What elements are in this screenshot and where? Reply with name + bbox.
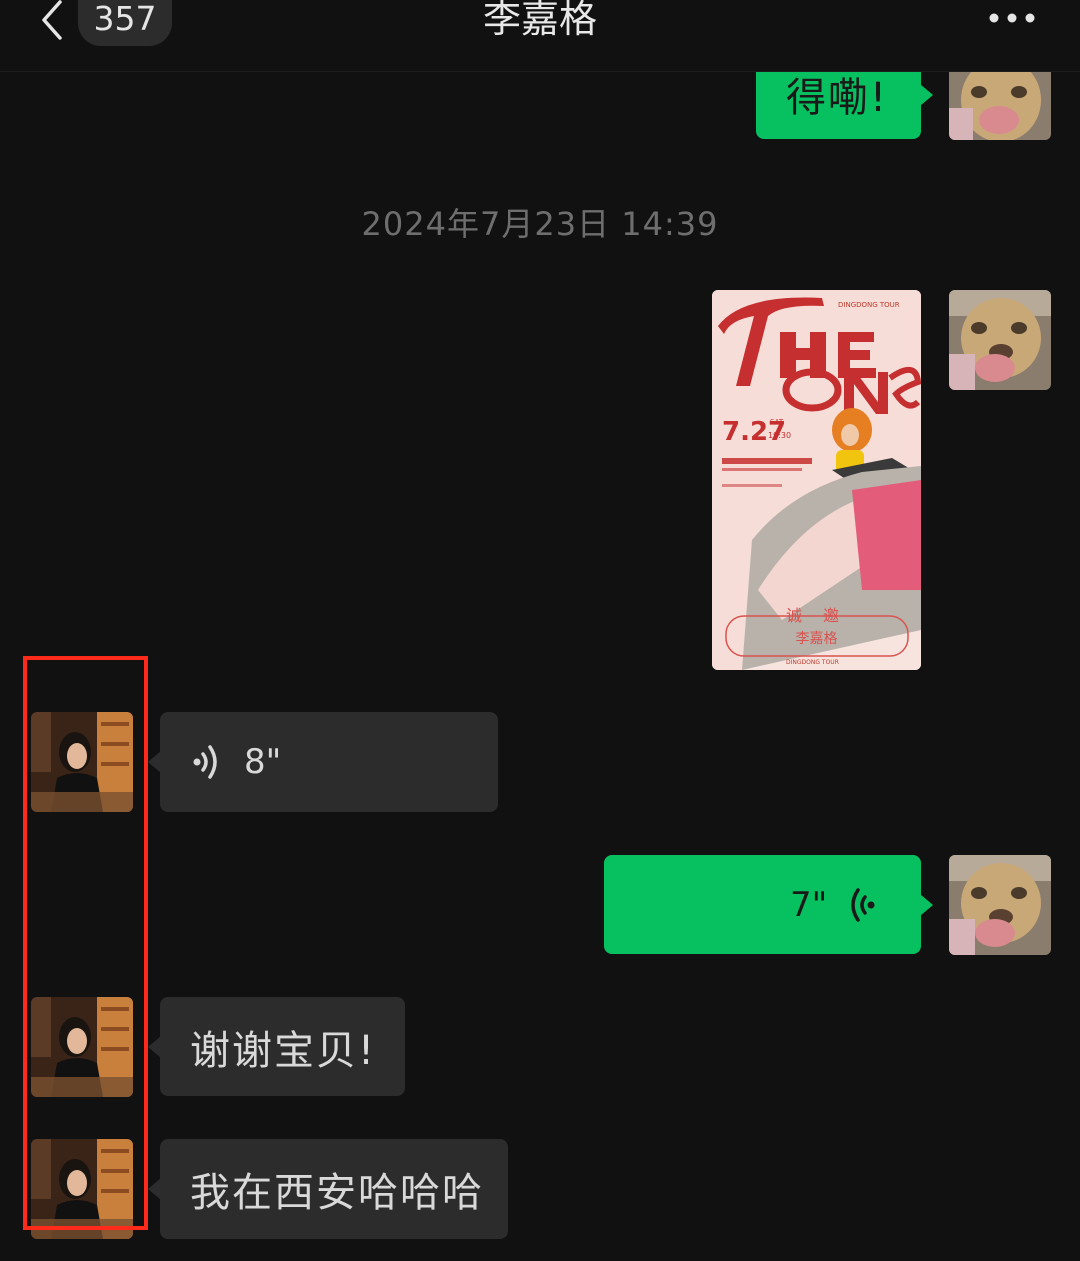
message-text: 我在西安哈哈哈 [190,1170,484,1216]
chat-header: 357 李嘉格 [0,0,1080,72]
poster-invitee-name: 李嘉格 [795,631,838,647]
chat-title: 李嘉格 [482,0,597,41]
voice-duration: 7" [790,884,828,925]
received-message-bubble[interactable]: 谢谢宝贝! [148,997,405,1096]
invitation-poster-image[interactable]: DINGDONG TOUR 7.27 SAT 19:30 DINGDONG TO… [712,290,921,670]
more-options-icon[interactable] [982,6,1042,30]
voice-wave-icon [193,745,217,779]
message-text: 得嘞! [786,75,889,121]
sent-voice-message[interactable]: 7" [604,855,933,954]
svg-text:SAT: SAT [770,418,784,426]
voice-wave-icon [851,887,875,922]
svg-text:DINGDONG TOUR: DINGDONG TOUR [838,301,900,309]
my-avatar[interactable] [949,290,1051,390]
voice-duration: 8" [244,742,282,782]
poster-invite-text: 诚 邀 [785,606,848,625]
contact-avatar[interactable] [31,712,133,812]
contact-avatar[interactable] [31,1139,133,1239]
contact-avatar[interactable] [31,997,133,1097]
svg-text:19:30: 19:30 [768,431,791,440]
chat-screen: 357 李嘉格 得嘞! 2024年7月23日 14:39 DINGDONG TO… [0,0,1080,1261]
svg-text:DINGDONG TOUR: DINGDONG TOUR [786,659,839,666]
received-message-bubble[interactable]: 我在西安哈哈哈 [148,1139,508,1239]
my-avatar[interactable] [949,855,1051,955]
message-text: 谢谢宝贝! [190,1027,377,1074]
received-voice-message[interactable]: 8" [148,712,498,812]
message-timestamp: 2024年7月23日 14:39 [361,205,719,243]
